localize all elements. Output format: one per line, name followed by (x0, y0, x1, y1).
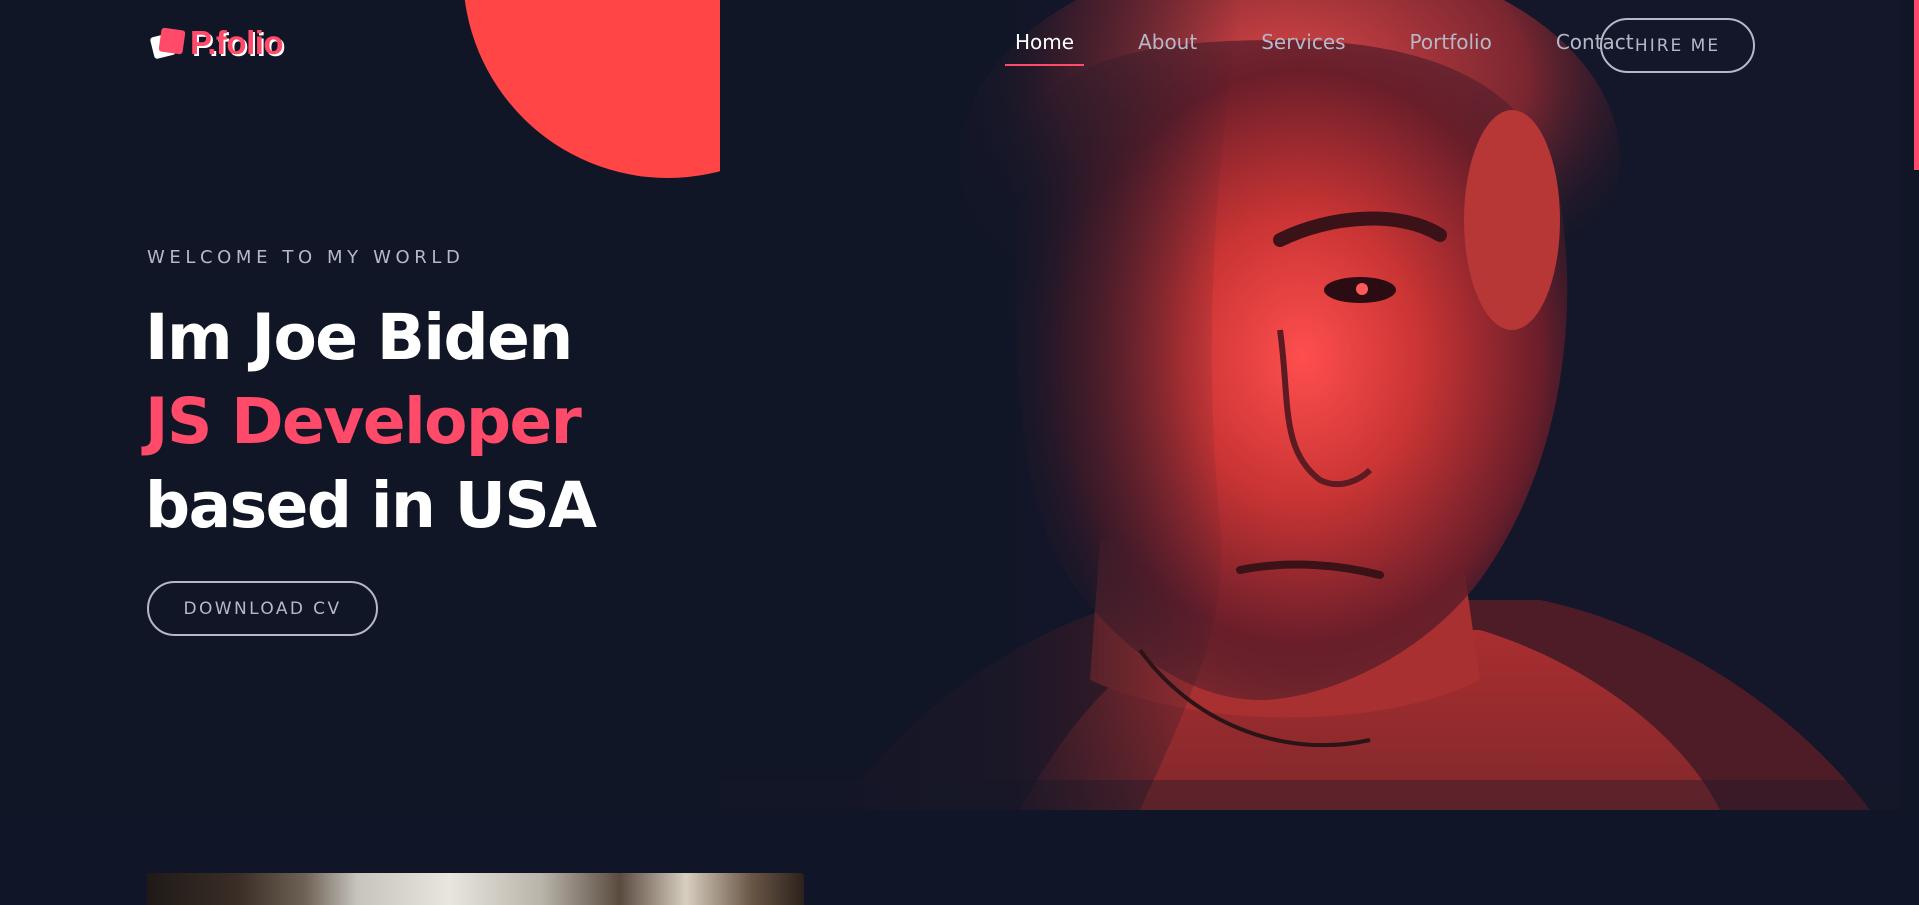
hero-name-line: Im Joe Biden (145, 301, 573, 374)
logo-text: P.folio (190, 24, 284, 61)
main-nav: Home About Services Portfolio Contact (1005, 26, 1688, 66)
page: P.folio Home About Services Portfolio Co… (0, 0, 1919, 905)
hero-portrait-image (720, 0, 1900, 810)
site-logo[interactable]: P.folio (149, 24, 284, 62)
hero-location-line: based in USA (145, 469, 597, 542)
nav-item-about[interactable]: About (1128, 26, 1207, 66)
hire-me-button[interactable]: HIRE ME (1600, 18, 1755, 73)
nav-item-home[interactable]: Home (1005, 26, 1085, 66)
hero-role-line: JS Developer (145, 385, 582, 458)
about-preview-image (147, 873, 804, 905)
download-cv-button[interactable]: DOWNLOAD CV (147, 581, 378, 636)
hero-headline: Im Joe Biden JS Developer based in USA (145, 296, 597, 548)
scroll-progress-indicator (1914, 0, 1919, 170)
nav-item-portfolio[interactable]: Portfolio (1400, 26, 1502, 66)
hero-eyebrow: WELCOME TO MY WORLD (147, 247, 465, 268)
logo-icon (149, 26, 186, 60)
nav-item-services[interactable]: Services (1251, 26, 1355, 66)
